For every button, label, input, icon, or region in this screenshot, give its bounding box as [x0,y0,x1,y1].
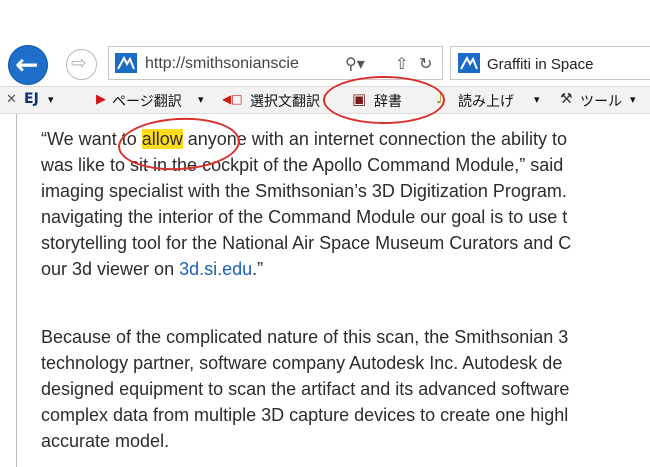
dictionary-icon: ▣ [352,90,367,108]
search-dropdown-icon[interactable]: ⚲▾ [345,54,365,74]
page-translate-icon: ▶ [96,92,106,107]
text-segment: our 3d viewer on [41,259,180,279]
close-icon[interactable]: ✕ [6,92,17,107]
refresh-icon[interactable]: ↻ [419,54,432,74]
forward-arrow-icon: ⇨ [71,52,87,74]
tab-title: Graffiti in Space [487,56,594,73]
tab-favicon-icon [458,53,480,73]
3d-viewer-link[interactable]: 3d.si.edu [179,259,252,279]
chevron-down-icon[interactable]: ▾ [534,93,540,106]
site-favicon-icon [115,53,137,73]
tab-graffiti-in-space[interactable]: Graffiti in Space [450,46,650,80]
text-line: accurate model. [41,431,170,451]
text-segment: “We want to [41,129,142,149]
text-line: “We want to allow anyone with an interne… [41,126,650,152]
text-line: complex data from multiple 3D capture de… [41,405,569,425]
chevron-down-icon[interactable]: ▾ [48,93,54,106]
address-url[interactable]: http://smithsonianscie [145,55,299,73]
read-aloud-button[interactable]: 読み上げ [458,91,514,111]
text-line: designed equipment to scan the artifact … [41,379,570,399]
page-translate-button[interactable]: ページ翻訳 [112,91,182,111]
text-line: technology partner, software company Aut… [41,353,563,373]
chevron-down-icon[interactable]: ▾ [198,93,204,106]
text-line: Because of the complicated nature of thi… [41,327,569,347]
window-top-strip [0,0,650,38]
text-line: was like to sit in the cockpit of the Ap… [41,155,564,175]
back-button[interactable]: ← [8,45,48,85]
dictionary-button[interactable]: 辞書 [374,91,402,111]
text-line: navigating the interior of the Command M… [41,207,568,227]
article-content: “We want to allow anyone with an interne… [16,114,650,467]
selection-translate-icon: ◀□ [222,92,243,106]
highlighted-word[interactable]: allow [141,129,183,149]
back-arrow-icon: ← [15,48,39,81]
translation-command-bar: ✕ EJ ▾ ▶ ページ翻訳 ▾ ◀□ 選択文翻訳 ▣ 辞書 ♪ 読み上げ ▾ … [0,86,650,114]
text-line: storytelling tool for the National Air S… [41,233,572,253]
text-segment: anyone with an internet connection the a… [182,129,567,149]
read-aloud-icon: ♪ [436,91,445,107]
selection-translate-button[interactable]: 選択文翻訳 [250,91,320,111]
text-segment: .” [252,259,264,279]
tools-icon: ⚒ [560,91,573,107]
forward-button[interactable]: ⇨ [66,49,97,80]
text-line: imaging specialist with the Smithsonian’… [41,181,567,201]
ej-menu-button[interactable]: EJ [24,91,39,107]
article-paragraph-2: Because of the complicated nature of thi… [41,324,650,454]
article-paragraph-1: “We want to allow anyone with an interne… [41,126,650,282]
chevron-down-icon[interactable]: ▾ [630,93,636,106]
text-line: our 3d viewer on 3d.si.edu.” [41,256,650,282]
page-share-icon[interactable]: ⇧ [395,54,408,74]
address-bar[interactable]: http://smithsonianscie ⚲▾ ⇧ ↻ [108,46,443,80]
tools-button[interactable]: ツール [580,91,622,111]
